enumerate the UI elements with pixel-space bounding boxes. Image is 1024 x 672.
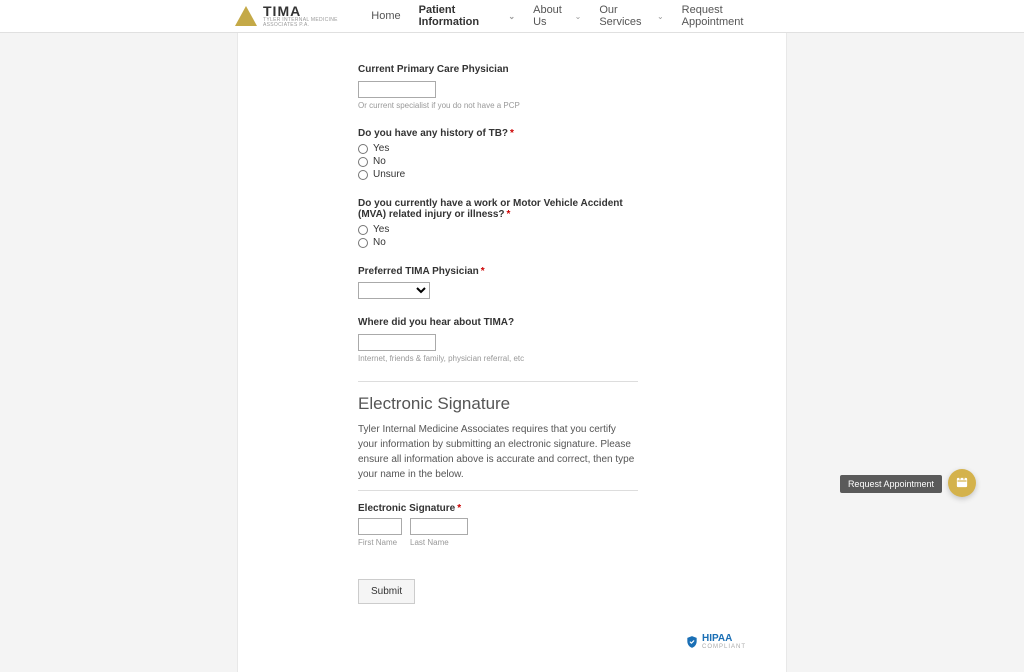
logo-title: TIMA [263,4,371,18]
radio-input-mva-yes[interactable] [358,225,368,235]
section-title-signature: Electronic Signature [358,394,668,414]
helper-last-name: Last Name [410,538,468,547]
label-mva: Do you currently have a work or Motor Ve… [358,198,638,220]
input-primary-care-physician[interactable] [358,81,436,98]
logo-text: TIMA TYLER INTERNAL MEDICINE ASSOCIATES … [263,4,371,28]
radio-tb-unsure[interactable]: Unsure [358,169,668,180]
radio-mva-yes[interactable]: Yes [358,224,638,235]
nav-patient-information[interactable]: Patient Information ⌄ [419,4,516,28]
helper-hear-about: Internet, friends & family, physician re… [358,354,668,363]
request-appointment-fab[interactable] [948,469,976,497]
label-hear-about: Where did you hear about TIMA? [358,317,668,328]
required-indicator: * [510,128,514,139]
divider [358,381,638,382]
input-hear-about[interactable] [358,334,436,351]
label-preferred-physician: Preferred TIMA Physician* [358,266,668,277]
field-electronic-signature: Electronic Signature* First Name Last Na… [358,503,668,547]
signature-last-name-col: Last Name [410,518,468,547]
nav-home[interactable]: Home [371,4,400,28]
radio-input-tb-yes[interactable] [358,144,368,154]
hipaa-compliant-badge: HIPAA COMPLIANT [258,634,766,652]
field-tb-history: Do you have any history of TB?* Yes No U… [358,128,668,180]
signature-first-name-col: First Name [358,518,402,547]
shield-icon [685,634,699,650]
divider [358,490,638,491]
radio-input-tb-no[interactable] [358,157,368,167]
radio-tb-no[interactable]: No [358,156,668,167]
triangle-logo-icon [235,6,257,26]
calendar-icon [956,476,968,491]
chevron-down-icon: ⌄ [657,12,664,21]
main-nav: Home Patient Information ⌄ About Us ⌄ Ou… [371,4,774,28]
helper-first-name: First Name [358,538,402,547]
submit-button[interactable]: Submit [358,579,415,604]
field-hear-about: Where did you hear about TIMA? Internet,… [358,317,668,363]
required-indicator: * [481,266,485,277]
field-preferred-physician: Preferred TIMA Physician* [358,266,668,299]
helper-primary-care: Or current specialist if you do not have… [358,101,668,110]
chevron-down-icon: ⌄ [575,12,582,21]
hipaa-sub: COMPLIANT [702,644,746,650]
field-primary-care-physician: Current Primary Care Physician Or curren… [358,64,668,110]
radio-input-mva-no[interactable] [358,238,368,248]
required-indicator: * [457,503,461,514]
logo-subtitle: TYLER INTERNAL MEDICINE ASSOCIATES P.A. [263,18,371,28]
label-primary-care: Current Primary Care Physician [358,64,668,75]
nav-our-services[interactable]: Our Services ⌄ [599,4,663,28]
chevron-down-icon: ⌄ [508,12,515,21]
section-desc-signature: Tyler Internal Medicine Associates requi… [358,422,638,482]
field-mva-injury: Do you currently have a work or Motor Ve… [358,198,638,248]
required-indicator: * [507,209,511,220]
nav-about-us[interactable]: About Us ⌄ [533,4,581,28]
label-tb-history: Do you have any history of TB?* [358,128,668,139]
select-preferred-physician[interactable] [358,282,430,299]
label-signature: Electronic Signature* [358,503,668,514]
form-container: Current Primary Care Physician Or curren… [237,24,787,672]
hipaa-text: HIPAA [702,634,746,644]
radio-input-tb-unsure[interactable] [358,170,368,180]
logo[interactable]: TIMA TYLER INTERNAL MEDICINE ASSOCIATES … [235,4,371,28]
radio-mva-no[interactable]: No [358,237,638,248]
radio-tb-yes[interactable]: Yes [358,143,668,154]
nav-request-appointment[interactable]: Request Appointment [682,4,774,28]
site-header: TIMA TYLER INTERNAL MEDICINE ASSOCIATES … [0,0,1024,33]
fab-tooltip: Request Appointment [840,475,942,493]
